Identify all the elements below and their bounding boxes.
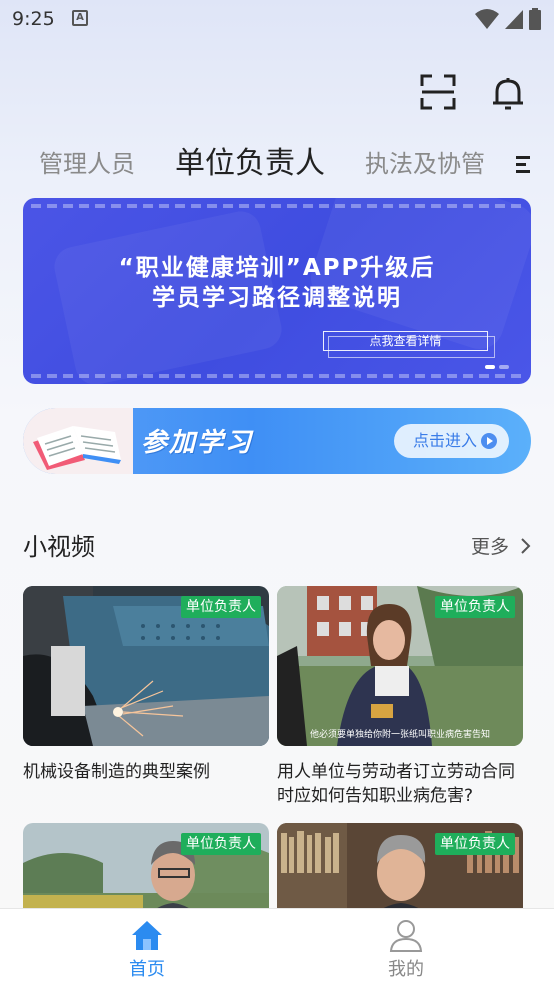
nav-mine-label: 我的: [388, 959, 424, 980]
video-thumbnail[interactable]: 单位负责人: [23, 586, 269, 746]
carousel-indicator: [485, 365, 509, 369]
carousel-dot-active: [485, 365, 495, 369]
film-strip: [31, 374, 523, 378]
banner-carousel[interactable]: “职业健康培训”APP升级后 学员学习路径调整说明 点我查看详情: [23, 198, 531, 384]
tab-managers[interactable]: 管理人员: [39, 140, 135, 188]
more-link[interactable]: 更多: [471, 532, 509, 559]
tab-enforcement[interactable]: 执法及协管: [365, 140, 485, 188]
enter-button[interactable]: 点击进入: [394, 424, 509, 458]
book-icon: [23, 408, 133, 474]
role-tag: 单位负责人: [181, 833, 261, 855]
scan-button[interactable]: [420, 74, 456, 110]
bottom-nav: 首页 我的: [0, 908, 554, 985]
tab-unit-leader[interactable]: 单位负责人: [175, 140, 325, 188]
nav-home[interactable]: 首页: [87, 909, 207, 985]
role-tabs: 管理人员 单位负责人 执法及协管: [0, 140, 554, 190]
video-thumbnail[interactable]: 单位负责人: [277, 823, 523, 908]
video-title[interactable]: 机械设备制造的典型案例: [23, 760, 269, 784]
role-tag: 单位负责人: [435, 833, 515, 855]
video-card[interactable]: 单位负责人 他必须要单独给你附一张纸叫职业病危害告知 用人单位与劳动者订立劳动合…: [277, 586, 523, 816]
battery-icon: [529, 8, 541, 30]
video-card[interactable]: 单位负责人: [277, 823, 523, 908]
video-caption: 他必须要单独给你附一张纸叫职业病危害告知: [309, 730, 490, 740]
signal-icon: [505, 10, 523, 29]
video-card[interactable]: 单位负责人: [23, 823, 269, 908]
chevron-right-icon[interactable]: [518, 537, 532, 555]
play-arrow-icon: [481, 433, 497, 449]
status-icons: [474, 7, 542, 31]
banner-title: “职业健康培训”APP升级后: [118, 255, 436, 281]
notification-icon: A: [72, 10, 88, 26]
video-card[interactable]: 单位负责人 机械设备制造的典型案例: [23, 586, 269, 816]
home-icon: [132, 921, 162, 950]
carousel-dot: [499, 365, 509, 369]
banner-details-button[interactable]: 点我查看详情: [323, 331, 495, 358]
tab-menu-button[interactable]: [514, 154, 534, 176]
video-thumbnail[interactable]: 单位负责人 他必须要单独给你附一张纸叫职业病危害告知: [277, 586, 523, 746]
join-study-label: 参加学习: [141, 428, 254, 458]
scan-icon: [420, 74, 456, 110]
nav-mine[interactable]: 我的: [346, 909, 466, 985]
role-tag: 单位负责人: [435, 596, 515, 618]
nav-home-label: 首页: [129, 959, 165, 980]
user-icon: [389, 920, 423, 952]
bell-icon: [493, 78, 523, 110]
role-tag: 单位负责人: [181, 596, 261, 618]
status-time: 9:25: [12, 8, 55, 30]
wifi-icon: [475, 9, 499, 29]
banner-subtitle: 学员学习路径调整说明: [152, 285, 402, 311]
section-title: 小视频: [23, 533, 95, 561]
status-bar: 9:25 A: [0, 0, 554, 38]
enter-button-label: 点击进入: [413, 431, 478, 450]
menu-icon: [516, 156, 530, 173]
video-title[interactable]: 用人单位与劳动者订立劳动合同时应如何告知职业病危害?: [277, 760, 523, 808]
join-study-card[interactable]: 参加学习 点击进入: [23, 408, 531, 474]
film-strip: [31, 204, 523, 208]
video-thumbnail[interactable]: 单位负责人: [23, 823, 269, 908]
notification-button[interactable]: [489, 74, 527, 112]
